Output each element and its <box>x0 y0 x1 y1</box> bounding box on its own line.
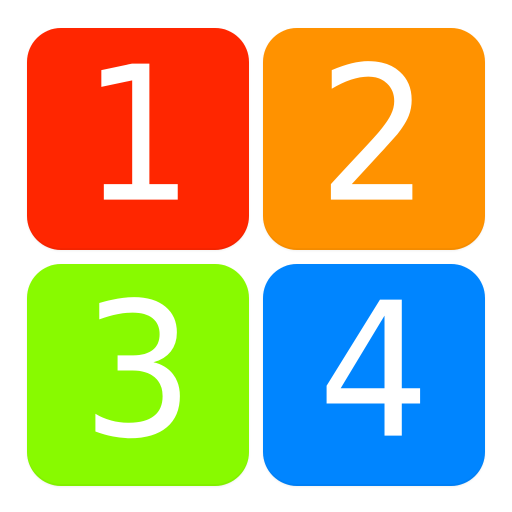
tile-three-digit: 3 <box>82 262 194 481</box>
number-tile-grid: 1 2 3 4 <box>0 0 512 512</box>
tile-two-digit: 2 <box>318 26 430 245</box>
tile-four: 4 <box>263 264 485 486</box>
tile-one-digit: 1 <box>82 26 194 245</box>
tile-two: 2 <box>263 28 485 250</box>
tile-four-digit: 4 <box>318 262 430 481</box>
tile-one: 1 <box>27 28 249 250</box>
tile-three: 3 <box>27 264 249 486</box>
